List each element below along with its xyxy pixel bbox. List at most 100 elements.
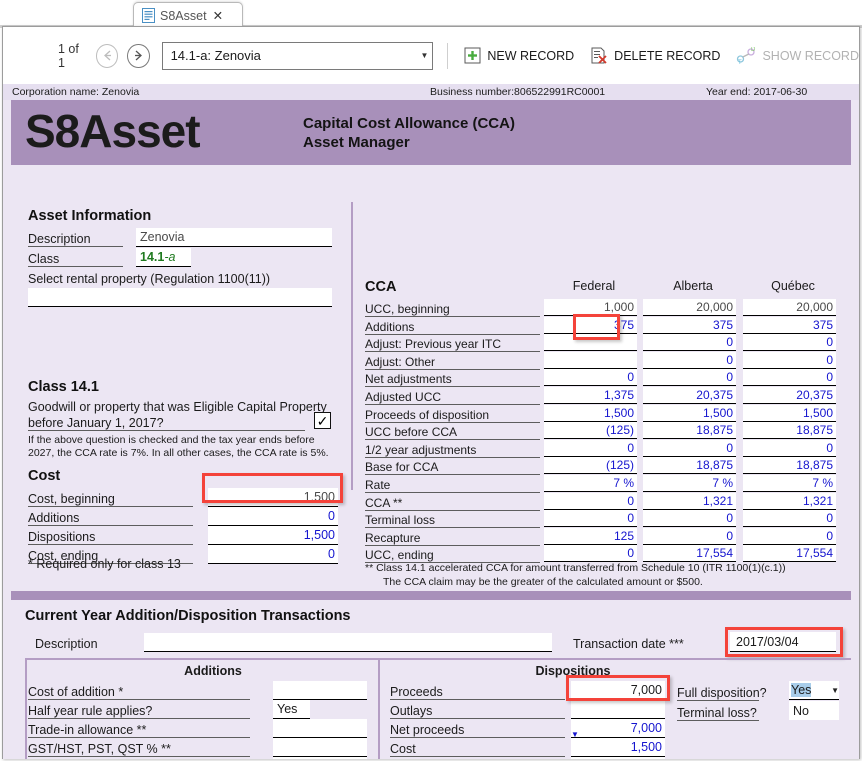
new-record-button[interactable]: NEW RECORD (464, 47, 574, 64)
cca-cell[interactable]: 18,875 (643, 422, 736, 440)
cca-cell[interactable]: 1,321 (643, 492, 736, 510)
class-value-suffix: -a (164, 250, 176, 264)
additions-row-input[interactable] (273, 738, 367, 757)
form-subtitle-line2: Asset Manager (303, 134, 410, 151)
dispositions-row-input[interactable]: 1,500 (571, 738, 665, 757)
cca-cell[interactable]: 20,375 (743, 387, 836, 404)
cca-cell[interactable]: 0 (544, 510, 637, 528)
class-141-note-line2: 2027, the CCA rate is 7%. In all other c… (28, 446, 329, 459)
cca-cell[interactable]: 0 (643, 527, 736, 545)
full-disposition-select[interactable]: Yes ▼ (789, 681, 839, 700)
cca-cell[interactable]: 0 (743, 334, 836, 352)
cca-cell[interactable]: 18,875 (643, 457, 736, 475)
previous-record-button[interactable] (95, 43, 119, 68)
record-toolbar: 1 of 1 14.1-a: Zenovia ▼ NEW RECORD DELE… (3, 27, 859, 84)
cca-cell[interactable]: 375 (743, 316, 836, 334)
cost-row-value[interactable]: 1,500 (208, 488, 338, 507)
cca-cell[interactable]: 0 (643, 334, 736, 352)
cca-row-label: Base for CCA (365, 460, 540, 476)
cca-cell[interactable]: 20,000 (743, 299, 836, 316)
show-record-button[interactable]: T D SHOW RECORD (736, 47, 859, 65)
cca-cell[interactable]: 20,000 (643, 299, 736, 316)
tab-strip: S8Asset ✕ (0, 0, 862, 28)
cca-cell[interactable]: 0 (544, 439, 637, 457)
cca-footnote-line1: ** Class 14.1 accelerated CCA for amount… (365, 562, 786, 574)
delete-record-button[interactable]: DELETE RECORD (590, 47, 720, 64)
cca-cell[interactable]: 0 (544, 492, 637, 510)
class-input[interactable]: 14.1 -a (136, 248, 191, 267)
dispositions-row-input[interactable]: 1,500 (571, 757, 665, 759)
cca-cell[interactable]: 0 (643, 369, 736, 387)
cca-cell[interactable]: 1,375 (544, 387, 637, 404)
additions-row-input[interactable] (273, 757, 367, 759)
cca-cell[interactable]: 7 % (643, 475, 736, 492)
additions-row-label: Cost of addition * (28, 685, 250, 700)
cca-cell[interactable]: 0 (743, 527, 836, 545)
cca-cell[interactable]: 0 (643, 439, 736, 457)
cca-cell[interactable]: 0 (743, 439, 836, 457)
cca-cell[interactable]: 1,321 (743, 492, 836, 510)
next-record-button[interactable] (127, 43, 150, 68)
cca-cell[interactable]: 375 (643, 316, 736, 334)
full-disposition-value: Yes (791, 683, 812, 697)
cca-cell[interactable]: 1,000 (544, 299, 637, 316)
cca-cell[interactable] (544, 351, 637, 369)
cca-cell[interactable]: 0 (643, 510, 736, 528)
cca-cell[interactable]: 18,875 (743, 457, 836, 475)
cca-cell[interactable]: 125 (544, 527, 637, 545)
cost-row-value[interactable]: 1,500 (208, 526, 338, 545)
cca-cell[interactable]: 0 (643, 351, 736, 369)
record-select[interactable]: 14.1-a: Zenovia ▼ (161, 41, 434, 70)
dispositions-row-label: Outlays (390, 704, 565, 719)
cca-cell[interactable]: 17,554 (643, 545, 736, 563)
cca-cell[interactable]: 20,375 (643, 387, 736, 404)
cca-footnote-line2: The CCA claim may be the greater of the … (383, 576, 703, 588)
cca-cell[interactable]: (125) (544, 457, 637, 475)
cca-cell[interactable]: 7 % (544, 475, 637, 492)
transactions-divider (25, 658, 851, 660)
form-body: S8Asset Capital Cost Allowance (CCA) Ass… (3, 100, 859, 759)
dispositions-row-input[interactable]: 7,000 (571, 719, 665, 738)
rental-property-input[interactable] (28, 288, 332, 307)
class-141-checkbox[interactable]: ✓ (314, 412, 331, 429)
cca-cell[interactable]: 1,500 (544, 404, 637, 422)
close-icon[interactable]: ✕ (213, 8, 223, 23)
cost-row-value[interactable]: 0 (208, 507, 338, 526)
cca-cell[interactable]: 0 (544, 369, 637, 387)
cca-row-label: Proceeds of disposition (365, 408, 540, 423)
cca-cell[interactable]: (125) (544, 422, 637, 440)
cca-cell[interactable] (544, 334, 637, 352)
cca-row-label: Adjusted UCC (365, 390, 540, 405)
cca-cell[interactable]: 375 (544, 316, 637, 334)
additions-dispositions-divider (378, 658, 380, 759)
cca-cell[interactable]: 0 (743, 369, 836, 387)
business-number: Business number:806522991RC0001 (430, 86, 606, 98)
cca-cell[interactable]: 1,500 (743, 404, 836, 422)
description-input[interactable]: Zenovia (136, 228, 332, 247)
cca-cell[interactable]: 17,554 (743, 545, 836, 563)
cca-cell[interactable]: 1,500 (643, 404, 736, 422)
dispositions-row-input[interactable]: 7,000 (571, 681, 665, 700)
form-window: 1 of 1 14.1-a: Zenovia ▼ NEW RECORD DELE… (2, 26, 860, 759)
transaction-description-label: Description (35, 637, 98, 651)
transaction-date-input[interactable]: 2017/03/04 (730, 632, 836, 652)
cca-cell[interactable]: 7 % (743, 475, 836, 492)
tab-s8asset[interactable]: S8Asset ✕ (133, 2, 243, 28)
transaction-description-input[interactable] (144, 633, 552, 652)
cca-cell[interactable]: 0 (743, 351, 836, 369)
cca-cell[interactable]: 0 (544, 545, 637, 563)
cca-row-label: UCC before CCA (365, 425, 540, 441)
cca-column-header: Québec (771, 279, 815, 293)
cost-row-value[interactable]: 0 (208, 545, 338, 564)
class-value-main: 14.1 (140, 250, 165, 264)
cca-row-label: Terminal loss (365, 513, 540, 529)
additions-row-input[interactable] (273, 681, 367, 700)
dispositions-row-input[interactable] (571, 700, 665, 719)
arrow-left-icon (103, 50, 111, 61)
cca-cell[interactable]: 18,875 (743, 422, 836, 440)
cca-cell[interactable]: 0 (743, 510, 836, 528)
additions-row-input[interactable] (273, 719, 367, 738)
svg-text:D: D (751, 47, 756, 53)
cca-row-label: 1/2 year adjustments (365, 443, 540, 458)
additions-row-input[interactable]: Yes (273, 700, 310, 719)
